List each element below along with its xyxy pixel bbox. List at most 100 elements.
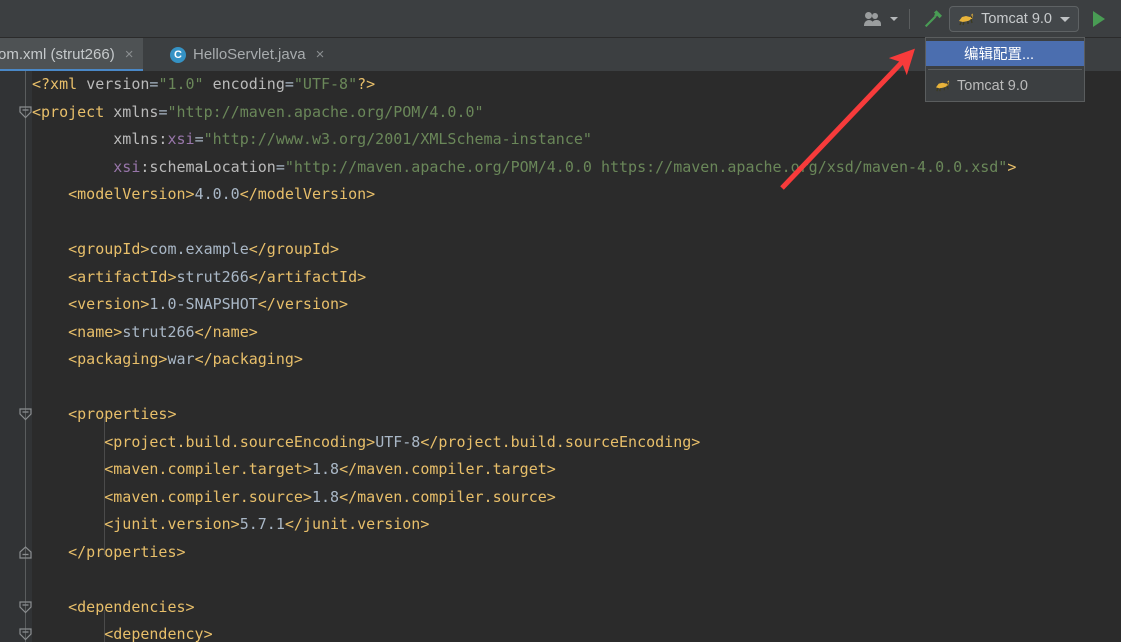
code-token: </maven.compiler.source> <box>339 487 556 506</box>
menu-item-label: 编辑配置... <box>964 47 1035 63</box>
code-line: <artifactId>strut266</artifactId> <box>32 264 1121 292</box>
code-token: </project.build.sourceEncoding> <box>420 432 701 451</box>
code-line: <modelVersion>4.0.0</modelVersion> <box>32 181 1121 209</box>
code-token: xmlns <box>104 102 159 121</box>
code-token: 1.8 <box>311 487 340 506</box>
code-token: </modelVersion> <box>239 185 376 203</box>
code-line: <groupId>com.example</groupId> <box>32 236 1121 264</box>
code-token: = <box>275 157 285 176</box>
close-icon[interactable]: × <box>316 47 325 62</box>
code-token: 1.8 <box>311 460 340 478</box>
tab-label: HelloServlet.java <box>193 46 306 63</box>
code-token: "1.0" <box>158 75 204 93</box>
code-token: = <box>284 75 294 93</box>
run-configuration-selector[interactable]: Tomcat 9.0 <box>949 6 1079 32</box>
code-token: <junit.version> <box>104 515 240 533</box>
run-button[interactable] <box>1085 6 1111 32</box>
code-token: "http://www.w3.org/2001/XMLSchema-instan… <box>203 130 592 148</box>
class-icon: C <box>170 46 186 63</box>
fold-collapse-icon[interactable] <box>19 600 32 614</box>
code-line: <project xmlns="http://maven.apache.org/… <box>32 99 1121 127</box>
code-line: <properties> <box>32 401 1121 429</box>
people-button[interactable] <box>861 6 902 32</box>
menu-item-edit-configurations[interactable]: 编辑配置... <box>926 41 1084 66</box>
editor-tab-helloservlet-java[interactable]: C HelloServlet.java × <box>160 38 334 71</box>
toolbar-right-group: Tomcat 9.0 <box>861 0 1121 38</box>
tab-label: om.xml (strut266) <box>0 46 115 63</box>
ide-window: Tomcat 9.0 编辑配置... Tomcat 9.0 om.xml (st… <box>0 0 1121 642</box>
code-token: "http://maven.apache.org/POM/4.0.0 https… <box>284 157 1008 176</box>
code-token: xsi <box>167 130 195 148</box>
code-editor[interactable]: <?xml version="1.0" encoding="UTF-8"?> <p… <box>0 71 1121 642</box>
code-token: "UTF-8" <box>293 75 358 93</box>
fold-collapse-icon[interactable] <box>19 105 32 119</box>
code-token: xsi <box>113 157 141 176</box>
run-config-label: Tomcat 9.0 <box>981 11 1052 27</box>
code-content[interactable]: <?xml version="1.0" encoding="UTF-8"?> <p… <box>32 71 1121 642</box>
main-toolbar: Tomcat 9.0 <box>0 0 1121 38</box>
code-line: </properties> <box>32 539 1121 567</box>
code-token: <project.build.sourceEncoding> <box>104 432 376 451</box>
people-icon <box>864 11 887 27</box>
code-token: <project <box>32 102 105 121</box>
code-token: xmlns: <box>32 130 168 148</box>
code-token: <maven.compiler.source> <box>104 487 312 506</box>
run-config-dropdown-menu: 编辑配置... Tomcat 9.0 <box>925 37 1085 102</box>
tomcat-cat-icon <box>935 80 950 92</box>
code-token: <dependency> <box>104 625 213 642</box>
code-token: version <box>86 75 150 93</box>
editor-tab-pom-xml[interactable]: om.xml (strut266) × <box>0 38 144 71</box>
code-line: <version>1.0-SNAPSHOT</version> <box>32 291 1121 319</box>
tomcat-cat-icon <box>959 13 974 26</box>
code-token: encoding <box>212 75 285 93</box>
code-token: :schemaLocation <box>140 157 276 176</box>
code-token: 1.0-SNAPSHOT <box>149 295 258 313</box>
close-icon[interactable]: × <box>125 47 134 62</box>
code-token: "http://maven.apache.org/POM/4.0.0" <box>167 102 484 121</box>
code-token: <dependencies> <box>68 597 195 616</box>
code-line: <maven.compiler.source>1.8</maven.compil… <box>32 484 1121 512</box>
code-token: <packaging> <box>68 350 168 368</box>
code-token: </artifactId> <box>248 267 367 286</box>
menu-item-label: Tomcat 9.0 <box>957 77 1028 94</box>
code-token: </version> <box>257 295 349 313</box>
code-token: <modelVersion> <box>68 185 195 203</box>
code-token: <maven.compiler.target> <box>104 460 312 478</box>
code-token: </properties> <box>68 542 186 561</box>
code-line: <dependency> <box>32 621 1121 642</box>
code-line: <packaging>war</packaging> <box>32 346 1121 374</box>
chevron-down-icon <box>1060 16 1070 22</box>
code-token: <properties> <box>68 405 177 423</box>
code-token: </junit.version> <box>284 515 430 533</box>
fold-collapse-icon[interactable] <box>19 628 32 641</box>
code-line: <dependencies> <box>32 594 1121 622</box>
build-project-button[interactable] <box>917 6 949 32</box>
code-token: <name> <box>68 322 123 341</box>
menu-item-tomcat-90[interactable]: Tomcat 9.0 <box>926 73 1084 98</box>
code-token: <groupId> <box>68 240 150 258</box>
code-line: <maven.compiler.target>1.8</maven.compil… <box>32 456 1121 484</box>
code-line: <project.build.sourceEncoding>UTF-8</pro… <box>32 429 1121 457</box>
fold-expand-icon[interactable] <box>19 545 32 559</box>
fold-collapse-icon[interactable] <box>19 408 32 421</box>
code-token: strut266 <box>122 322 195 341</box>
code-token: </name> <box>194 322 258 341</box>
code-token: UTF-8 <box>375 432 421 451</box>
code-token: <?xml <box>32 75 87 93</box>
